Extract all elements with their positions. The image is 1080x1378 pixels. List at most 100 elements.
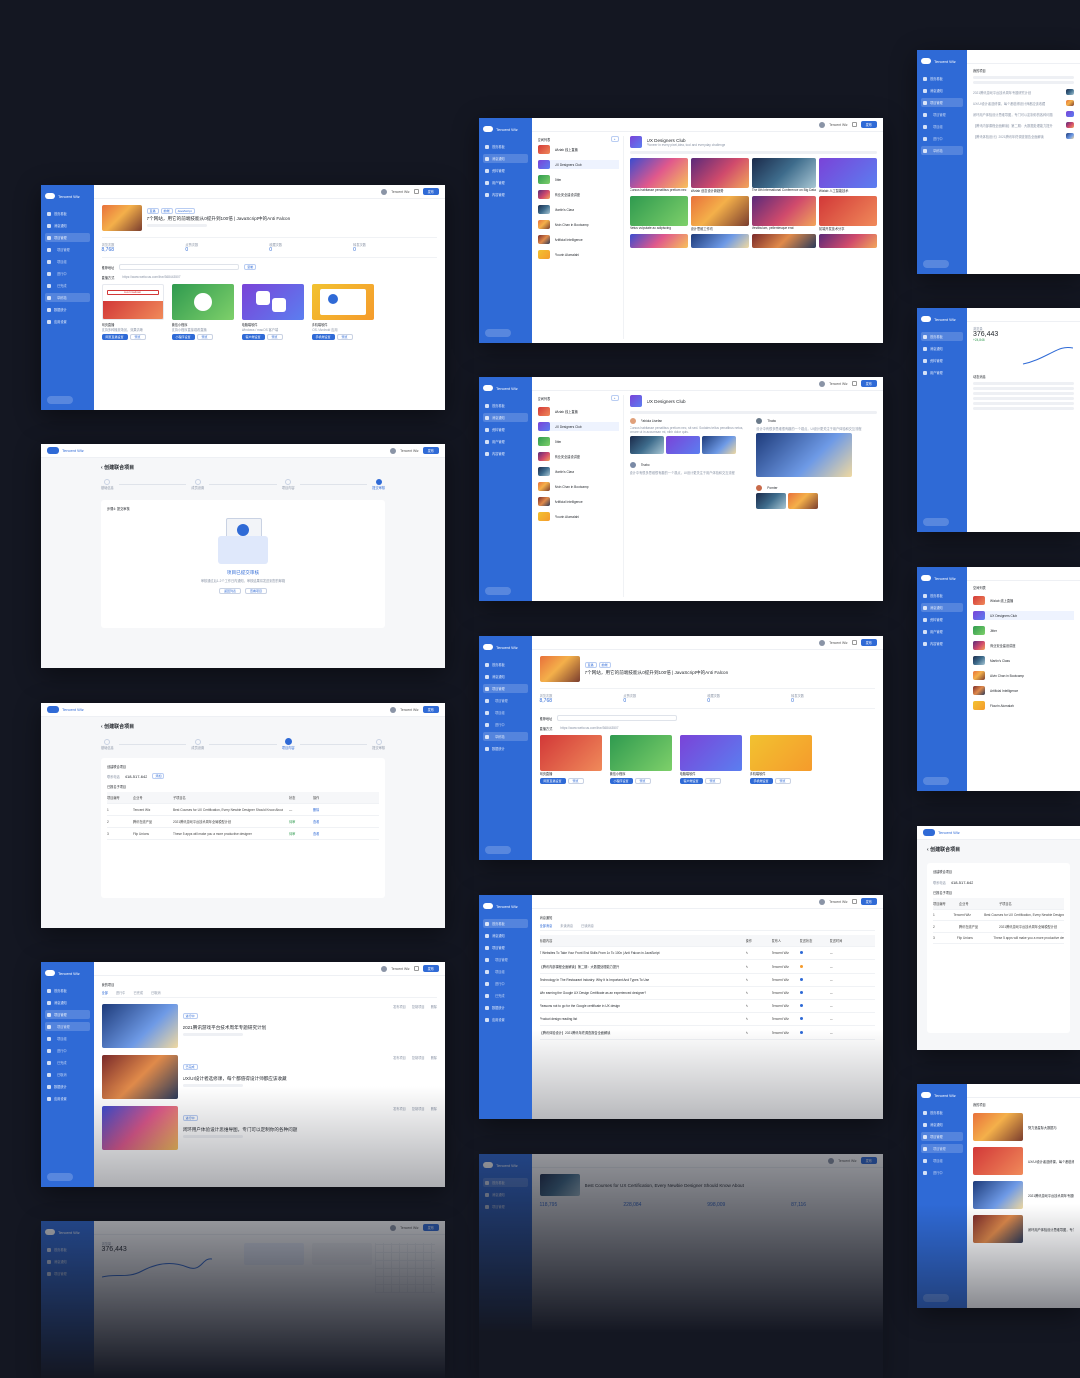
nav-item[interactable]: 项目管理 — [45, 1010, 90, 1019]
notification-icon[interactable] — [413, 189, 419, 194]
table-row[interactable]: 2 腾讯在线产品 2021腾讯游戏平台技术周年全局模型计划 待审 查看 — [107, 816, 379, 828]
tab-read[interactable]: 已读消息 — [581, 923, 594, 928]
screen-edge-projects: Tencent Wiz 首页看板 消息通知 项目管理 项目管理 项目组 进行中 草稿箱 我… — [917, 50, 1080, 274]
table-row[interactable]: 1 Tencent Wiz Best Courses for UX Certific… — [107, 804, 379, 816]
sidebar-footer-button[interactable] — [47, 1173, 73, 1181]
submitted-illustration — [216, 516, 270, 566]
nav-item[interactable]: 用户管理 — [483, 178, 528, 187]
publish-button[interactable]: 发布 — [422, 188, 439, 195]
table-row[interactable]: 7 Websites To Take Your Front End Skills… — [539, 947, 875, 960]
channel-card-desktop[interactable]: 电脑端软件 Windows / macOS 客户端 客户端设置 预览 — [241, 284, 304, 340]
list-item[interactable]: Wizlab 线上直播 — [537, 145, 619, 154]
nav-sub-item[interactable]: 已完成 — [45, 281, 90, 290]
list-item[interactable]: Martin's Class — [537, 205, 619, 214]
nav-sub-item[interactable]: 已取消 — [45, 1070, 90, 1079]
stat-views: 浏览次数 8,768 — [101, 243, 115, 253]
sidebar-footer-button[interactable] — [47, 396, 73, 404]
space-list: 空间列表 + Wizlab 线上直播 UX Designers Club Jitt… — [537, 136, 624, 339]
table-row[interactable]: Reasons not to go for the Google certifi… — [539, 1000, 875, 1013]
post-card[interactable]: Thabo 设计中有很多思维很有趣的一个观点，UI设计更关注于用户体验和交互流程… — [756, 418, 877, 509]
post-card[interactable]: Wizlab 创意设计新趋势 — [690, 158, 749, 193]
table-row[interactable]: 3 Flip Unions These 5 apps will make you a… — [107, 828, 379, 840]
nav-sub-item[interactable]: 进行中 — [45, 1046, 90, 1055]
nav-item[interactable]: 首页看板 — [45, 986, 90, 995]
header: Tencent Wiz 发布 — [93, 185, 445, 199]
channel-card-web[interactable]: Live broadcast 网页直播 支持多种播放场景，效果清晰 网页直播设置… — [101, 284, 164, 340]
nav-item[interactable]: 消息通知 — [45, 998, 90, 1007]
list-item[interactable]: 已完成 UX/UI设计者选修课，每个都值得设计师都应该收藏 发布项目 复制项目 删除 — [101, 1055, 437, 1099]
phone-value: 418-517-642 — [124, 773, 148, 779]
nav-item-projects[interactable]: 项目管理 — [45, 233, 90, 242]
nav-sub-item[interactable]: 项目管理 — [45, 1022, 90, 1031]
notification-icon[interactable] — [413, 966, 419, 971]
post-card[interactable]: Vestibulum, pellentesque erat — [751, 196, 816, 231]
table-row[interactable]: 【腾讯体验设计】2021腾讯年终调查报告全面解读 ✎ Tencent Wiz — — [539, 1026, 875, 1040]
list-item[interactable]: 商业安全建设讲座 — [537, 190, 619, 199]
nav-item[interactable]: 资料管理 — [483, 166, 528, 175]
table-row[interactable]: Technology In The Restaurant Industry: W… — [539, 974, 875, 987]
nav-item[interactable]: 数据统计 — [45, 1082, 90, 1091]
nav-item[interactable]: 消息通知 — [45, 221, 90, 230]
channel-card-miniprogram[interactable]: 微信小程序 支持小程序直接观看直播 小程序设置 预览 — [171, 284, 234, 340]
list-item[interactable]: UX Designers Club — [537, 160, 619, 169]
article-title: 7个网站，用它的前端技能从0提升到100倍 | JavaScript中的Anti… — [146, 215, 291, 221]
add-button[interactable]: 添加 — [152, 773, 165, 779]
nav-item[interactable]: 消息通知 — [483, 154, 528, 163]
nav-sub-item[interactable]: 已完成 — [45, 1058, 90, 1067]
tab-done[interactable]: 已完成 — [133, 990, 143, 995]
nav-item[interactable]: 应用设置 — [45, 1094, 90, 1103]
post-card[interactable]: Wizlab 人工智能技术 — [818, 158, 877, 193]
sidebar: Tencent Wiz 首页看板 消息通知 项目管理 项目管理 项目组 进行中 … — [41, 185, 94, 410]
post-card[interactable]: Netus vulputate ac adipiscing — [629, 196, 688, 231]
post-card[interactable]: The 8th International Conference on Big … — [751, 158, 816, 193]
post-card[interactable]: Fabiola Lisefan Cursus habitasse penatib… — [629, 418, 751, 477]
view-project-button[interactable]: 查看项目 — [245, 588, 268, 594]
nav-item[interactable]: 应用设置 — [45, 317, 90, 326]
nav-sub-item[interactable]: 进行中 — [45, 269, 90, 278]
list-item[interactable]: Alvin Chan in Bootcamp — [537, 220, 619, 229]
subproject-table: 项目编号 企业号 子项目名 状态 操作 1 Tencent Wiz Best Courses… — [107, 792, 379, 840]
avatar[interactable] — [381, 188, 388, 195]
tab-cancelled[interactable]: 已取消 — [151, 990, 161, 995]
screen-broadcast-detail: Tencent Wiz 首页看板 消息通知 项目管理 项目管理 项目组 进行中 … — [41, 185, 445, 410]
user-name[interactable]: Tencent Wiz — [391, 190, 409, 194]
avatar[interactable] — [381, 965, 388, 972]
nav-sub-item[interactable]: 项目管理 — [45, 245, 90, 254]
publish-button[interactable]: 发布 — [422, 447, 439, 454]
table-row[interactable]: Product design reading list ✎ Tencent Wiz — — [539, 1013, 875, 1026]
back-title[interactable]: ‹ 创建联合项目 — [101, 464, 385, 471]
table-row[interactable]: 【腾讯内部课程全面解读】第二期：大数据处理能力提升 ✎ Tencent Wiz — — [539, 960, 875, 974]
publish-button[interactable]: 发布 — [422, 706, 439, 713]
list-item[interactable]: 进行中 闭环用户体验设计思维导图，专门可以定制你的各种问题 发布项目 复制项目 删除 — [101, 1106, 437, 1150]
channel-card-mobile[interactable]: 手机端软件 iOS / Android 应用 手机端设置 预览 — [311, 284, 374, 340]
avatar[interactable] — [390, 447, 397, 454]
list-item[interactable]: Artificial Intelligence — [537, 235, 619, 244]
tab-all[interactable]: 全部 — [102, 990, 108, 995]
nav-item[interactable]: 内容管理 — [483, 190, 528, 199]
list-item[interactable]: Flourin Alumalahi — [537, 250, 619, 259]
list-item[interactable]: 进行中 2021腾讯游戏平台技术周年专题研究计划 发布项目 复制项目 删除 — [101, 1004, 437, 1048]
list-item[interactable]: Jitter — [537, 175, 619, 184]
avatar[interactable] — [390, 706, 397, 713]
nav-item[interactable]: 首页看板 — [45, 209, 90, 218]
tab-ongoing[interactable]: 进行中 — [116, 990, 126, 995]
logo: Tencent Wiz — [45, 190, 90, 202]
post-card[interactable]: 设计思维工作坊 — [690, 196, 749, 231]
nav-item[interactable]: 数据统计 — [45, 305, 90, 314]
nav-sub-item[interactable]: 草稿箱 — [45, 293, 90, 302]
tab-unread[interactable]: 未读消息 — [560, 923, 573, 928]
post-card[interactable]: Cursus habitasse penatibus pretium nec — [629, 158, 688, 193]
link-input[interactable]: https://www.wefocus.com/live/368443507 — [119, 264, 240, 279]
nav-sub-item[interactable]: 项目组 — [45, 257, 90, 266]
views-value: 376,443 — [973, 331, 999, 338]
stepper: 基础信息 成员设置 项目内容 提交审核 — [101, 738, 385, 750]
nav-item[interactable]: 首页看板 — [483, 142, 528, 151]
post-card[interactable]: 前端开发技术分享 — [818, 196, 877, 231]
table-row[interactable]: Win earning the Google UX Design Certifi… — [539, 987, 875, 1000]
back-title[interactable]: ‹ 创建联合项目 — [101, 723, 385, 730]
nav-sub-item[interactable]: 项目组 — [45, 1034, 90, 1043]
copy-link-button[interactable]: 复制 — [244, 264, 257, 270]
publish-button[interactable]: 发布 — [422, 965, 439, 972]
back-list-button[interactable]: 返回列表 — [218, 588, 241, 594]
tab-all-messages[interactable]: 全部消息 — [540, 923, 553, 928]
